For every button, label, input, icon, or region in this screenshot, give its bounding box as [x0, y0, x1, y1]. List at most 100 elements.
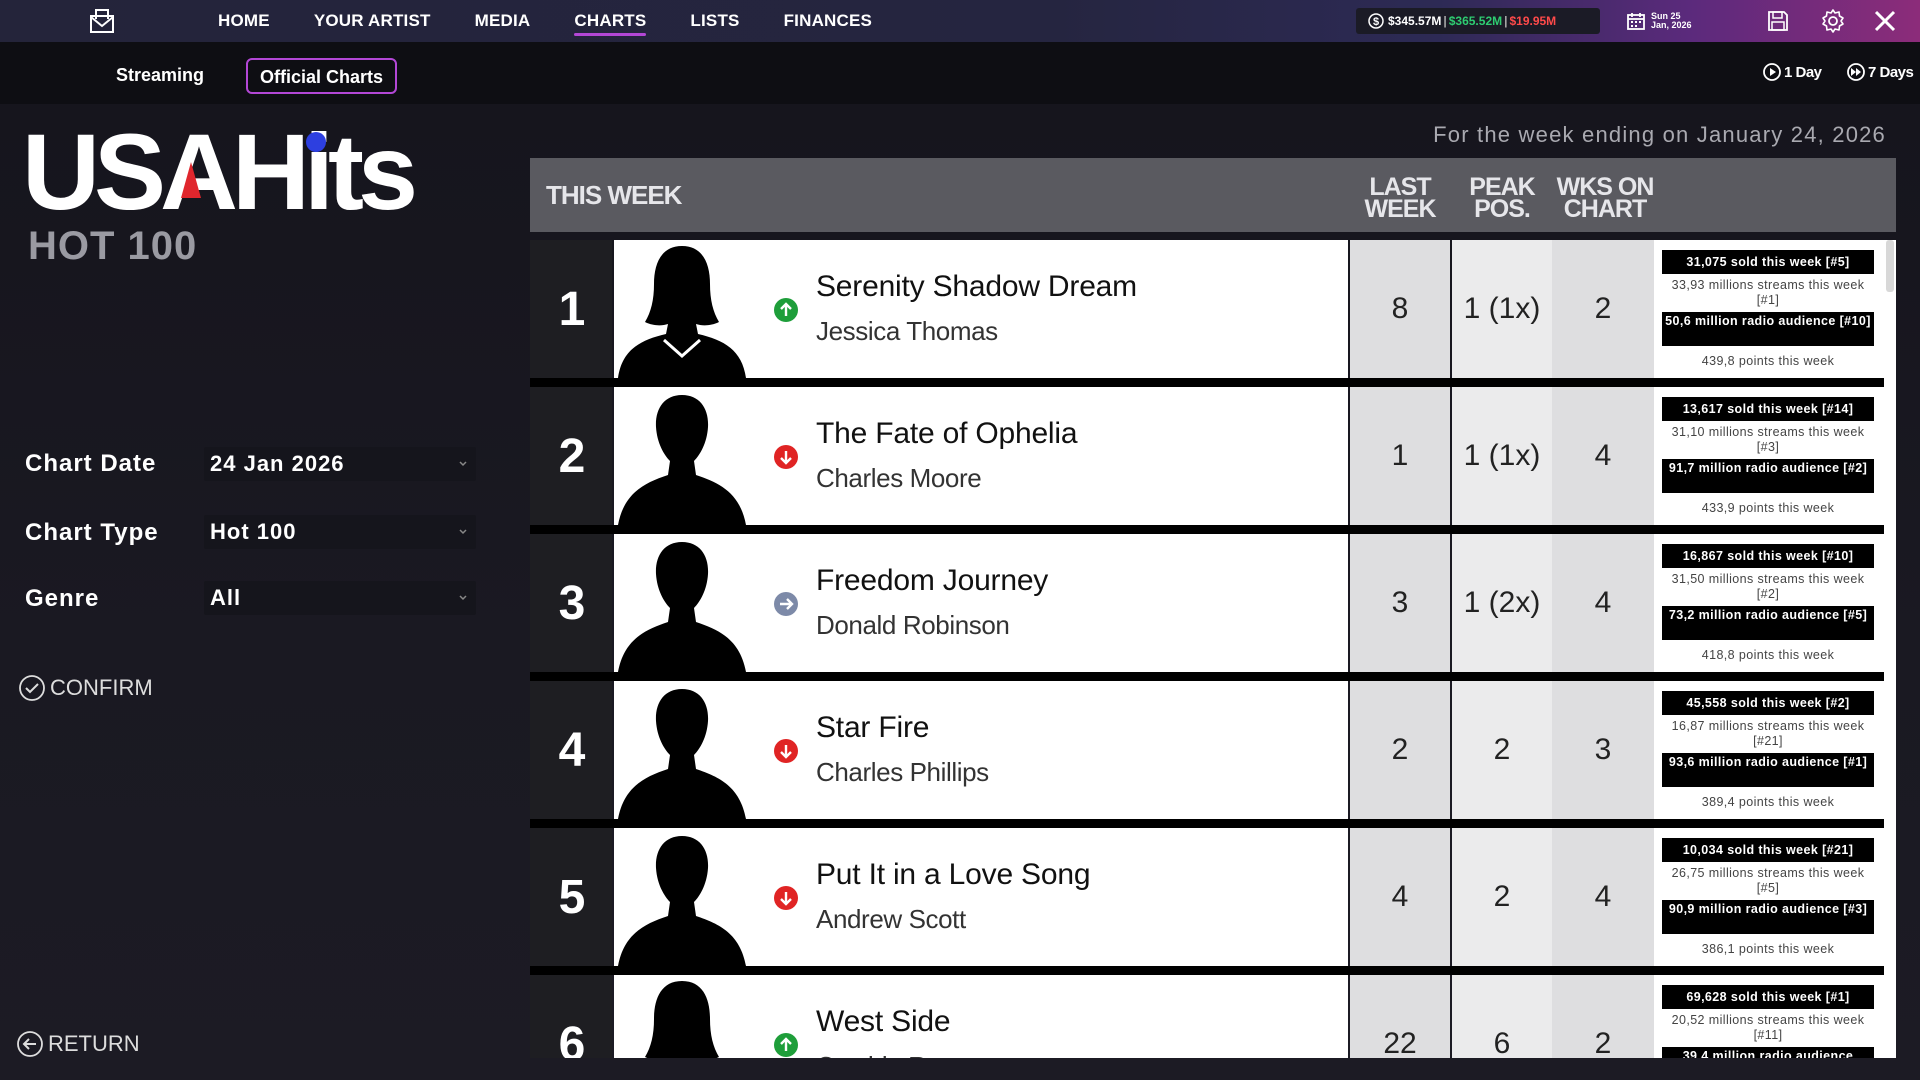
chart-row[interactable]: 5 Put It in a Love Song Andrew Scott 4 2…: [530, 828, 1896, 975]
scrollbar-track[interactable]: [1884, 240, 1896, 1058]
money-income: $365.52M: [1448, 14, 1503, 28]
confirm-button[interactable]: CONFIRM: [18, 674, 153, 702]
artist-silhouette-icon: [618, 836, 746, 966]
streams-stat: 33,93 millions streams this week [#1]: [1662, 276, 1874, 310]
chart-date-select[interactable]: 24 Jan 2026: [204, 447, 476, 481]
song-artist: Andrew Scott: [816, 904, 966, 934]
genre-label: Genre: [25, 585, 100, 612]
money-expenses: $19.95M: [1509, 14, 1557, 28]
logo-text-a: A: [160, 111, 238, 232]
header-this-week: THIS WEEK: [546, 180, 682, 210]
logo-subtitle: HOT 100: [28, 224, 198, 268]
radio-stat: 91,7 million radio audience [#2]: [1662, 459, 1874, 493]
header-last-week: LAST WEEK: [1350, 175, 1450, 223]
game-date: Sun 25 Jan, 2026: [1626, 8, 1706, 34]
chart-row[interactable]: 6 West Side Cynthia Reyes 22 6 2 69,628 …: [530, 975, 1896, 1058]
genre-value: All: [210, 585, 242, 610]
return-button[interactable]: RETURN: [16, 1030, 140, 1058]
song-artist: Cynthia Reyes: [816, 1051, 980, 1058]
weeks-on-chart-value: 4: [1552, 387, 1654, 525]
rank-number: 4: [558, 723, 586, 777]
svg-text:$: $: [1373, 16, 1379, 28]
last-week-value: 8: [1350, 240, 1450, 378]
song-artist: Donald Robinson: [816, 610, 1010, 640]
song-title: Put It in a Love Song: [816, 858, 1091, 891]
chart-row[interactable]: 2 The Fate of Ophelia Charles Moore 1 1 …: [530, 387, 1896, 534]
last-week-value: 22: [1350, 975, 1450, 1058]
peak-position-value: 1 (2x): [1452, 534, 1552, 672]
song-title: Star Fire: [816, 711, 930, 744]
nav-home[interactable]: HOME: [218, 0, 270, 42]
rank-number: 1: [558, 282, 586, 336]
confirm-label: CONFIRM: [50, 675, 153, 700]
genre-select[interactable]: All: [204, 581, 476, 615]
chart-type-select[interactable]: Hot 100: [204, 515, 476, 549]
mail-icon[interactable]: [88, 7, 116, 35]
save-icon[interactable]: [1766, 9, 1790, 33]
sold-stat: 16,867 sold this week [#10]: [1662, 544, 1874, 568]
radio-stat: 90,9 million radio audience [#3]: [1662, 900, 1874, 934]
logo-text-hits: Hits: [232, 111, 418, 232]
nav-lists[interactable]: LISTS: [690, 0, 739, 42]
trend-up-icon: [774, 1033, 798, 1057]
sold-stat: 69,628 sold this week [#1]: [1662, 985, 1874, 1009]
streams-stat: 31,50 millions streams this week [#2]: [1662, 570, 1874, 604]
speed-1-day-button[interactable]: 1 Day: [1762, 62, 1822, 82]
check-circle-icon: [19, 675, 45, 701]
last-week-value: 1: [1350, 387, 1450, 525]
nav-media[interactable]: MEDIA: [475, 0, 531, 42]
chart-header: THIS WEEK LAST WEEK PEAK POS. WKS ON CHA…: [530, 158, 1896, 232]
header-peak-line2: POS.: [1474, 195, 1531, 223]
dollar-coin-icon: $: [1368, 13, 1384, 29]
speed-1-day-label: 1 Day: [1784, 63, 1822, 81]
chevron-down-icon: [459, 461, 467, 467]
nav-finances[interactable]: FINANCES: [784, 0, 873, 42]
rank-number: 2: [558, 429, 586, 483]
row-divider: [530, 966, 1884, 975]
date-text: Sun 25 Jan, 2026: [1651, 12, 1692, 30]
header-weeks-on-chart: WKS ON CHART: [1544, 175, 1666, 222]
song-title: Freedom Journey: [816, 564, 1049, 597]
top-bar: HOME YOUR ARTIST MEDIA CHARTS LISTS FINA…: [0, 0, 1920, 42]
song-title: The Fate of Ophelia: [816, 417, 1078, 450]
fast-forward-icon: [1847, 63, 1865, 81]
weeks-on-chart-value: 4: [1552, 534, 1654, 672]
last-week-value: 3: [1350, 534, 1450, 672]
streams-stat: 31,10 millions streams this week [#3]: [1662, 423, 1874, 457]
points-stat: 433,9 points this week: [1662, 497, 1874, 519]
speed-7-days-label: 7 Days: [1868, 63, 1914, 81]
nav-charts[interactable]: CHARTS: [574, 0, 647, 42]
weeks-on-chart-value: 3: [1552, 681, 1654, 819]
radio-stat: 50,6 million radio audience [#10]: [1662, 312, 1874, 346]
last-week-value: 2: [1350, 681, 1450, 819]
streams-stat: 26,75 millions streams this week [#5]: [1662, 864, 1874, 898]
scrollbar-thumb[interactable]: [1886, 240, 1894, 292]
weeks-on-chart-value: 2: [1552, 240, 1654, 378]
row-divider: [530, 525, 1884, 534]
peak-position-value: 6: [1452, 975, 1552, 1058]
stats-box: 10,034 sold this week [#21] 26,75 millio…: [1654, 828, 1884, 966]
peak-position-value: 1 (1x): [1452, 387, 1552, 525]
chart-row[interactable]: 1 Serenity Shadow Dream Jessica Thomas 8…: [530, 240, 1896, 387]
close-icon[interactable]: [1872, 8, 1898, 34]
logo-blue-dot: [306, 132, 326, 152]
speed-7-days-button[interactable]: 7 Days: [1846, 62, 1914, 82]
sold-stat: 45,558 sold this week [#2]: [1662, 691, 1874, 715]
artist-silhouette-icon: [618, 689, 746, 819]
tab-official-charts[interactable]: Official Charts: [246, 58, 398, 94]
header-last-week-line2: WEEK: [1364, 195, 1437, 223]
tab-streaming[interactable]: Streaming: [100, 58, 220, 94]
song-artist: Charles Moore: [816, 463, 982, 493]
chart-row[interactable]: 3 Freedom Journey Donald Robinson 3 1 (2…: [530, 534, 1896, 681]
gear-icon[interactable]: [1820, 8, 1846, 34]
finance-summary[interactable]: $ $345.57M | $365.52M | $19.95M: [1356, 8, 1600, 34]
nav-your-artist[interactable]: YOUR ARTIST: [314, 0, 431, 42]
points-stat: 389,4 points this week: [1662, 791, 1874, 813]
radio-stat: 39,4 million radio audience: [1662, 1047, 1874, 1058]
logo-text-us: US: [22, 111, 166, 232]
money-separator: |: [1443, 14, 1447, 28]
points-stat: 386,1 points this week: [1662, 938, 1874, 960]
chart-row[interactable]: 4 Star Fire Charles Phillips 2 2 3 45,55…: [530, 681, 1896, 828]
song-artist: Charles Phillips: [816, 757, 989, 787]
return-label: RETURN: [48, 1031, 140, 1056]
